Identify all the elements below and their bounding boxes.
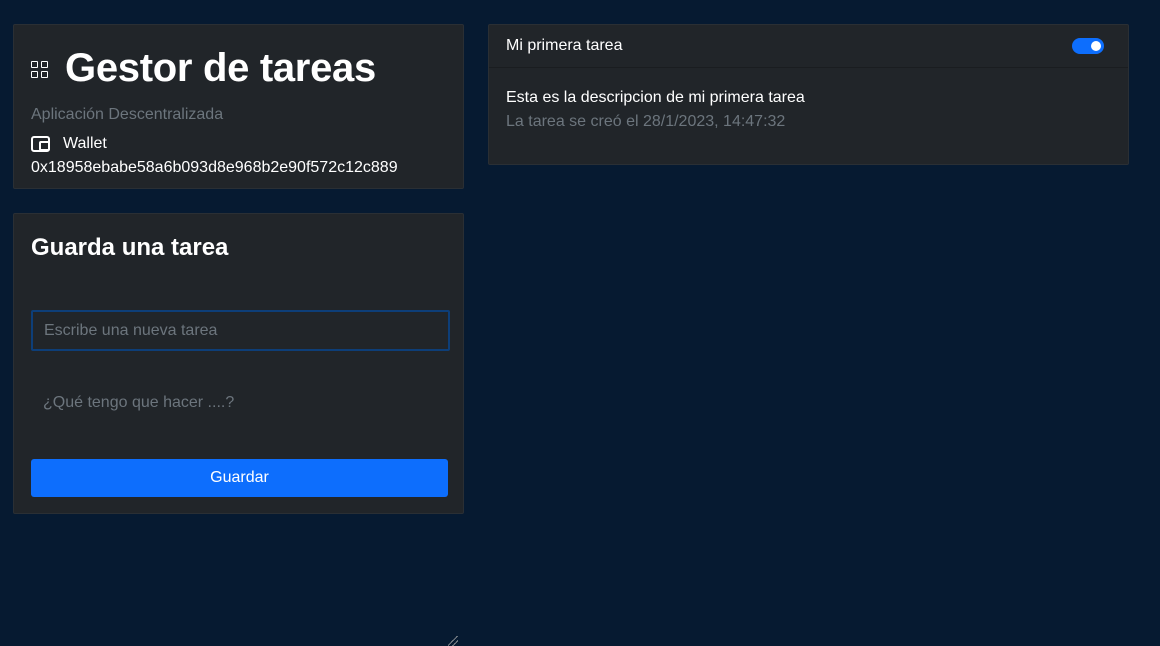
save-button[interactable]: Guardar bbox=[31, 459, 448, 497]
page-title: Gestor de tareas bbox=[65, 46, 376, 90]
task-title-input[interactable] bbox=[31, 310, 450, 351]
app-subtitle: Aplicación Descentralizada bbox=[31, 106, 224, 123]
task-form-card: Guarda una tarea Guardar bbox=[13, 213, 464, 646]
task-card: Mi primera tarea Esta es la descripcion … bbox=[488, 24, 1129, 165]
task-description: Esta es la descripcion de mi primera tar… bbox=[506, 89, 805, 106]
wallet-icon bbox=[31, 136, 50, 152]
task-card-header: Mi primera tarea bbox=[489, 25, 1128, 68]
task-card-body: Esta es la descripcion de mi primera tar… bbox=[489, 68, 1128, 132]
wallet-row: Wallet bbox=[31, 134, 446, 154]
app-header-card: Gestor de tareas Aplicación Descentraliz… bbox=[13, 24, 464, 189]
title-row: Gestor de tareas bbox=[31, 46, 446, 90]
textarea-resize-handle[interactable] bbox=[448, 636, 458, 646]
wallet-address: 0x18958ebabe58a6b093d8e968b2e90f572c12c8… bbox=[31, 159, 398, 176]
wallet-label: Wallet bbox=[63, 135, 107, 152]
task-done-toggle[interactable] bbox=[1072, 38, 1104, 54]
task-created-date: La tarea se creó el 28/1/2023, 14:47:32 bbox=[506, 113, 786, 130]
toggle-knob bbox=[1091, 41, 1101, 51]
form-title: Guarda una tarea bbox=[31, 234, 229, 261]
grid-icon bbox=[31, 61, 49, 79]
task-title: Mi primera tarea bbox=[506, 37, 623, 54]
task-description-textarea[interactable] bbox=[31, 386, 450, 456]
